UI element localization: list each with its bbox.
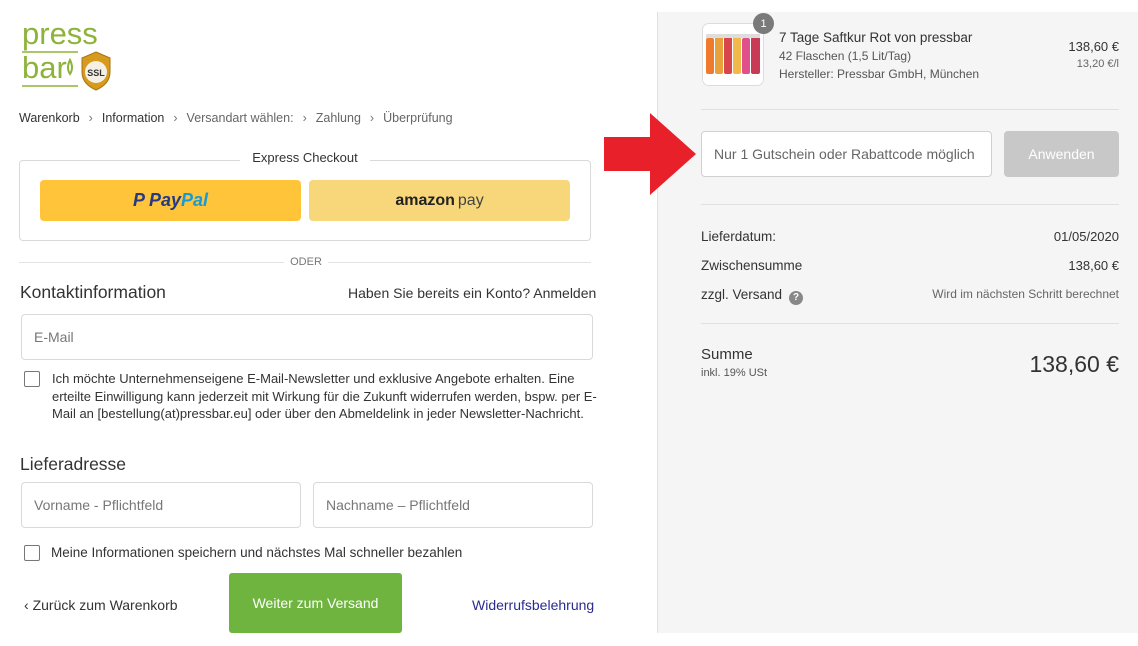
logo-text-press: press	[22, 16, 98, 51]
save-info-checkbox[interactable]	[24, 545, 40, 561]
summary-divider	[701, 204, 1119, 205]
chevron-left-icon: ‹	[24, 597, 29, 613]
login-prompt: Haben Sie bereits ein Konto? Anmelden	[348, 285, 596, 301]
product-image	[702, 23, 764, 86]
product-price: 138,60 €	[1068, 39, 1119, 54]
shipping-value: Wird im nächsten Schritt berechnet	[932, 287, 1119, 301]
breadcrumb-zahlung: Zahlung	[315, 111, 361, 125]
product-unit-price: 13,20 €/l	[1076, 58, 1119, 70]
ssl-badge-text: SSL	[87, 68, 105, 78]
save-info-label: Meine Informationen speichern und nächst…	[51, 545, 463, 560]
login-link[interactable]: Anmelden	[533, 285, 596, 301]
address-heading: Lieferadresse	[20, 454, 127, 474]
chevron-right-icon: ›	[369, 111, 375, 125]
shipping-label: zzgl. Versand	[701, 287, 783, 302]
login-prompt-text: Haben Sie bereits ein Konto?	[348, 285, 531, 301]
amazon-pay-label-part1: amazon	[395, 191, 455, 209]
firstname-field[interactable]	[21, 482, 301, 528]
breadcrumb-ueberpruefung: Überprüfung	[383, 111, 453, 125]
question-circle-icon[interactable]: ?	[789, 291, 804, 305]
total-tax-note: inkl. 19% USt	[701, 367, 768, 379]
quantity-badge: 1	[753, 13, 774, 34]
email-field[interactable]	[21, 314, 593, 360]
chevron-right-icon: ›	[173, 111, 178, 125]
paypal-icon: P	[132, 190, 145, 210]
breadcrumb: Warenkorb › Information › Versandart wählen:…	[19, 111, 453, 125]
amazon-pay-button[interactable]: amazon pay	[309, 180, 570, 221]
summary-divider	[701, 323, 1119, 324]
newsletter-consent-text: Ich möchte Unternehmenseigene E-Mail-New…	[52, 371, 597, 421]
total-label: Summe	[701, 346, 753, 363]
subtotal-value: 138,60 €	[1068, 258, 1119, 273]
red-arrow-annotation	[604, 113, 696, 195]
total-value: 138,60 €	[1029, 351, 1119, 377]
back-to-cart-link[interactable]: ‹ Zurück zum Warenkorb	[24, 597, 178, 613]
continue-to-shipping-button[interactable]: Weiter zum Versand	[229, 573, 402, 633]
delivery-date-label: Lieferdatum:	[701, 229, 777, 244]
breadcrumb-versandart: Versandart wählen:	[186, 111, 294, 125]
pressbar-logo-graphic: press bar SSL	[22, 16, 111, 91]
summary-divider	[701, 109, 1119, 110]
express-checkout-label: Express Checkout	[240, 150, 370, 165]
product-detail: 42 Flaschen (1,5 Lit/Tag)	[779, 49, 912, 63]
newsletter-checkbox[interactable]	[24, 371, 40, 387]
paypal-button[interactable]: P Pay Pal	[40, 180, 301, 221]
oder-label: ODER	[284, 256, 328, 268]
back-to-cart-label: Zurück zum Warenkorb	[32, 597, 178, 613]
juice-bottles-image	[703, 24, 763, 85]
withdrawal-policy-link[interactable]: Widerrufsbelehrung	[472, 597, 594, 613]
breadcrumb-information: Information	[101, 111, 165, 125]
paypal-label-part1: Pay	[148, 190, 181, 210]
lastname-field[interactable]	[313, 482, 593, 528]
breadcrumb-warenkorb[interactable]: Warenkorb	[19, 111, 80, 125]
contact-heading: Kontaktinformation	[20, 282, 166, 302]
delivery-date-value: 01/05/2020	[1053, 229, 1119, 244]
apply-coupon-button[interactable]: Anwenden	[1004, 131, 1119, 177]
chevron-right-icon: ›	[88, 111, 93, 125]
pressbar-logo[interactable]: press bar SSL	[20, 14, 116, 92]
logo-text-bar: bar	[22, 50, 67, 85]
amazon-pay-label-part2: pay	[457, 191, 484, 209]
product-maker: Hersteller: Pressbar GmbH, München	[779, 67, 980, 81]
paypal-label-part2: Pal	[181, 190, 209, 210]
coupon-code-field[interactable]	[701, 131, 992, 177]
product-title: 7 Tage Saftkur Rot von pressbar	[779, 30, 973, 45]
subtotal-label: Zwischensumme	[701, 258, 803, 273]
chevron-right-icon: ›	[302, 111, 307, 125]
shipping-label-row: zzgl. Versand?	[701, 287, 804, 305]
